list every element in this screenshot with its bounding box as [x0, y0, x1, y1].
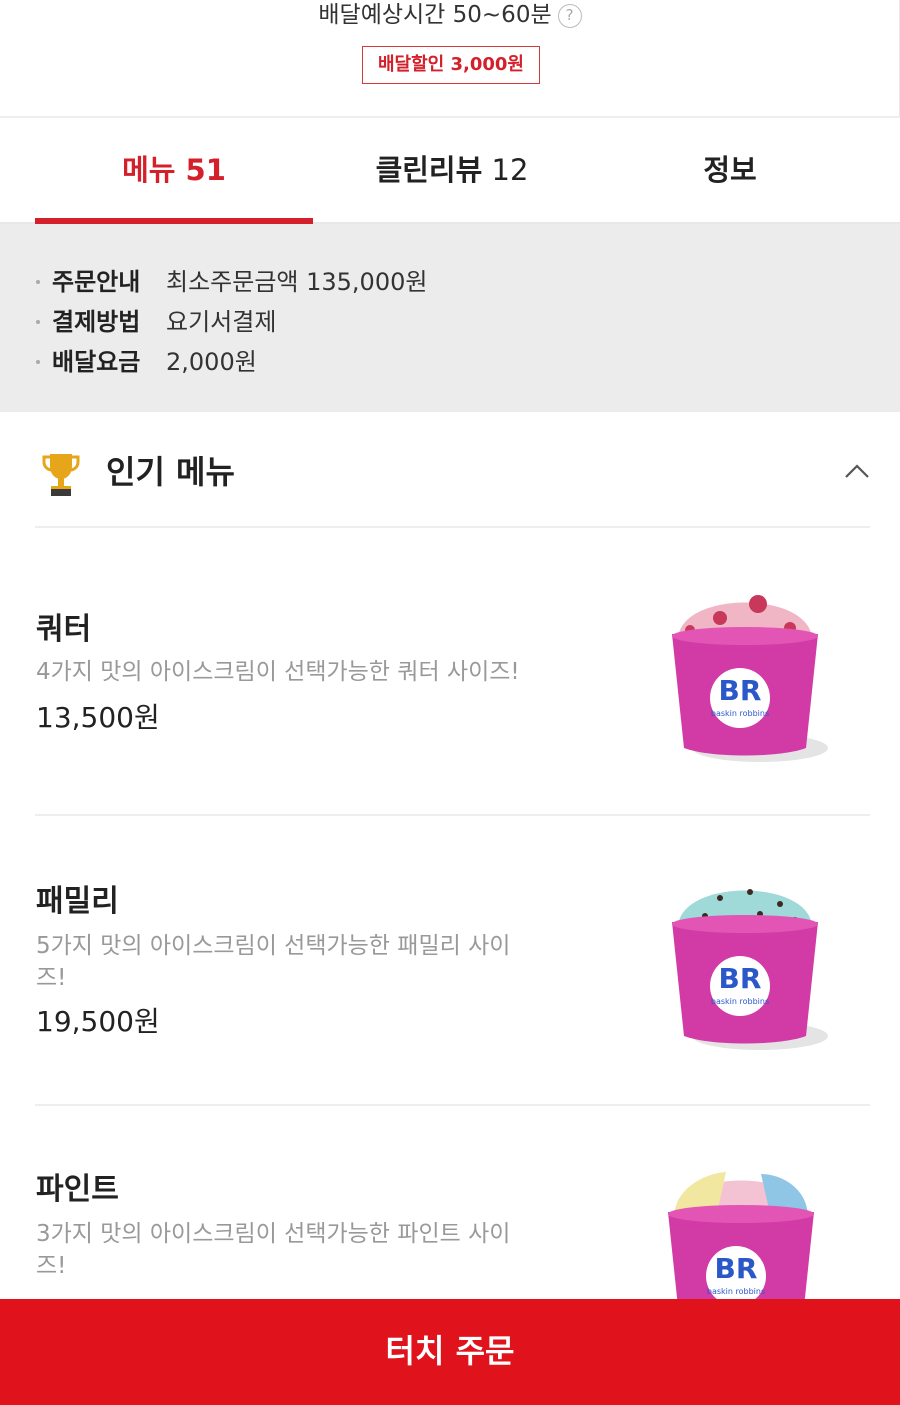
ice-cream-cup-image: BR baskin robbins — [672, 889, 828, 1050]
discount-badge: 배달할인 3,000원 — [362, 46, 540, 84]
info-row-payment: 결제방법 요기서결제 — [0, 302, 900, 342]
tab-review-count: 12 — [491, 153, 529, 187]
tab-clean-review[interactable]: 클린리뷰 12 — [313, 118, 591, 224]
order-info-box: 주문안내 최소주문금액 135,000원 결제방법 요기서결제 배달요금 2,0… — [0, 224, 900, 412]
store-header: 배달예상시간 50~60분? 배달할인 3,000원 — [0, 0, 900, 116]
popular-menu-header[interactable]: 인기 메뉴 — [0, 412, 900, 528]
menu-item-desc: 5가지 맛의 아이스크림이 선택가능한 패밀리 사이즈! — [36, 933, 511, 991]
menu-item-desc: 4가지 맛의 아이스크림이 선택가능한 쿼터 사이즈! — [36, 659, 520, 685]
menu-item-pint[interactable]: 파인트 3가지 맛의 아이스크림이 선택가능한 파인트 사이즈! BR bask… — [0, 1106, 900, 1299]
info-value: 요기서결제 — [166, 308, 277, 336]
ice-cream-cup-image: BR baskin robbins — [668, 1172, 814, 1299]
bullet-dot — [36, 320, 40, 324]
info-key: 주문안내 — [52, 268, 141, 296]
menu-item-price: 13,500원 — [36, 701, 160, 734]
logo-letters: BR — [715, 1252, 758, 1285]
menu-item-name: 파인트 — [36, 1172, 119, 1207]
eta-text: 배달예상시간 50~60분 — [318, 2, 552, 28]
touch-order-button[interactable]: 터치 주문 — [0, 1299, 900, 1405]
info-value: 최소주문금액 135,000원 — [166, 268, 428, 296]
delivery-eta: 배달예상시간 50~60분? — [0, 0, 900, 30]
question-icon[interactable]: ? — [557, 4, 582, 28]
menu-item-desc: 3가지 맛의 아이스크림이 선택가능한 파인트 사이즈! — [36, 1221, 511, 1279]
logo-words: baskin robbins — [711, 997, 769, 1006]
menu-item-name: 쿼터 — [36, 612, 92, 647]
info-value: 2,000원 — [166, 348, 257, 376]
logo-letters: BR — [719, 674, 762, 707]
menu-item-price: 19,500원 — [36, 1005, 160, 1038]
info-row-delivery-fee: 배달요금 2,000원 — [0, 342, 900, 382]
tab-bar: 메뉴 51 클린리뷰 12 정보 — [0, 116, 900, 224]
logo-letters: BR — [719, 962, 762, 995]
trophy-icon — [42, 454, 80, 496]
menu-item-quarter[interactable]: 쿼터 4가지 맛의 아이스크림이 선택가능한 쿼터 사이즈! 13,500원 B… — [0, 528, 900, 816]
info-row-order-guide: 주문안내 최소주문금액 135,000원 — [0, 262, 900, 302]
tab-menu[interactable]: 메뉴 51 — [35, 118, 313, 224]
menu-item-family[interactable]: 패밀리 5가지 맛의 아이스크림이 선택가능한 패밀리 사이즈! 19,500원… — [0, 816, 900, 1106]
menu-item-name: 패밀리 — [36, 884, 119, 919]
ice-cream-cup-image: BR baskin robbins — [672, 595, 828, 762]
section-title: 인기 메뉴 — [106, 453, 235, 491]
tab-info[interactable]: 정보 — [591, 118, 869, 224]
info-key: 결제방법 — [52, 308, 141, 336]
logo-words: baskin robbins — [707, 1287, 765, 1296]
info-key: 배달요금 — [52, 348, 141, 376]
tab-review-label: 클린리뷰 — [375, 153, 483, 187]
bullet-dot — [36, 360, 40, 364]
chevron-up-icon[interactable] — [844, 458, 870, 484]
logo-words: baskin robbins — [711, 709, 769, 718]
bullet-dot — [36, 280, 40, 284]
